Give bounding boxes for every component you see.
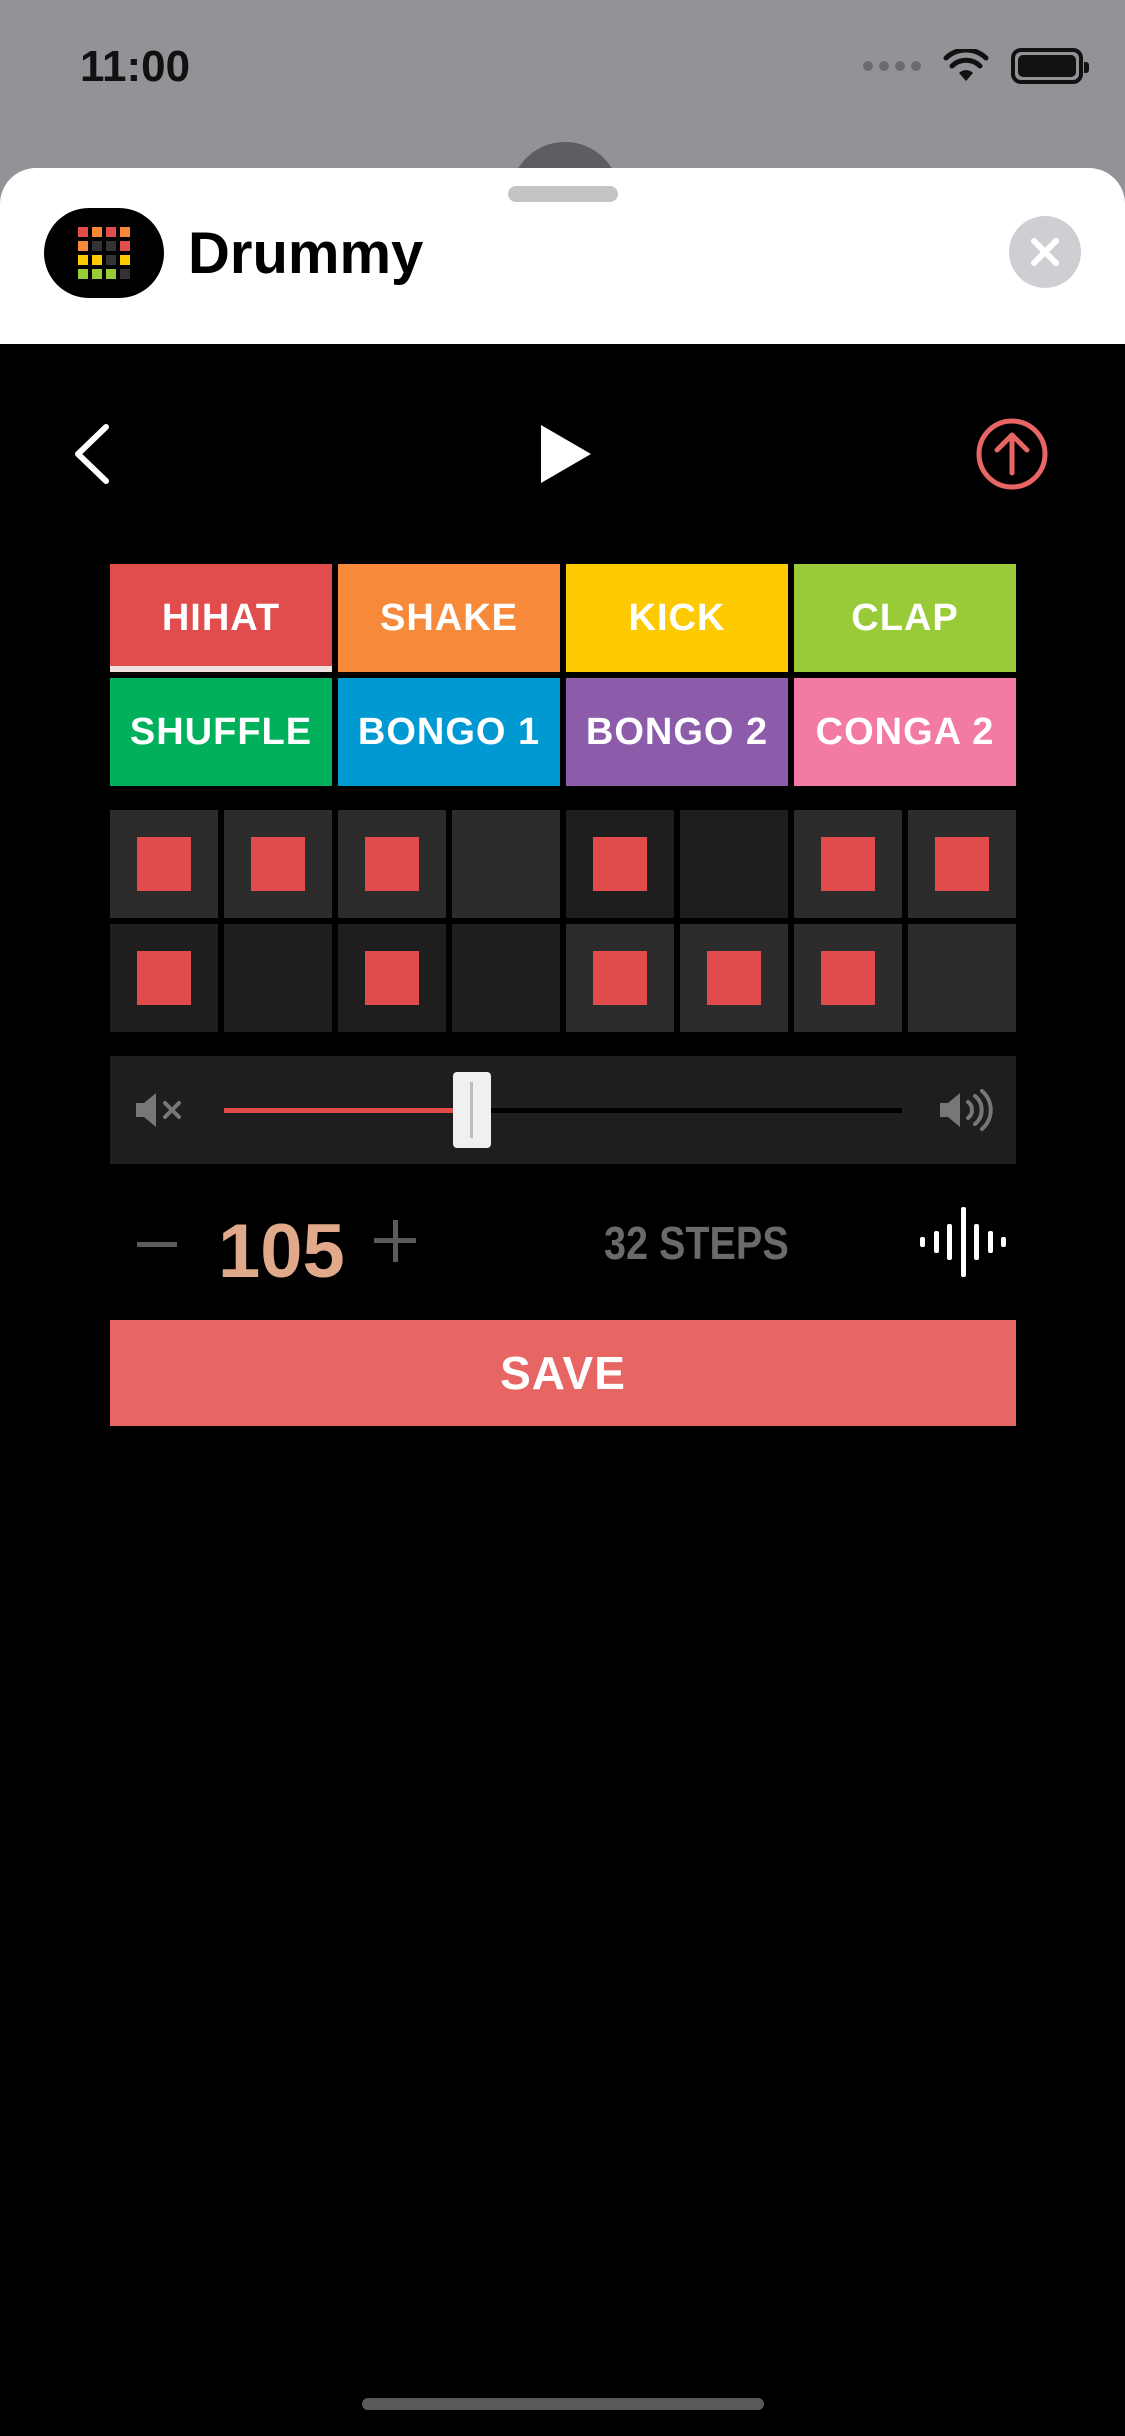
instrument-grid: HIHAT SHAKE KICK CLAP SHUFFLE BONGO 1 BONGO 2C… (110, 564, 1016, 786)
speaker-mute-icon[interactable] (132, 1086, 188, 1134)
step-active-marker (593, 951, 647, 1005)
instrument-conga-2[interactable]: CONGA 2 (794, 678, 1016, 786)
step-cell[interactable] (908, 924, 1016, 1032)
step-active-marker (137, 837, 191, 891)
drum-grid-icon (78, 227, 130, 279)
volume-slider-fill (224, 1108, 462, 1113)
share-button[interactable] (972, 414, 1052, 494)
step-cell[interactable] (452, 924, 560, 1032)
volume-slider-thumb[interactable] (453, 1072, 492, 1148)
app-logo (44, 208, 164, 298)
back-button[interactable] (62, 414, 122, 494)
tempo-increase-button[interactable] (374, 1218, 420, 1264)
step-active-marker (365, 951, 419, 1005)
step-cell[interactable] (680, 924, 788, 1032)
waveform-icon-bar (974, 1224, 979, 1260)
speaker-loud-icon[interactable] (938, 1086, 994, 1134)
status-time: 11:00 (80, 42, 191, 91)
minus-icon (137, 1241, 177, 1247)
waveform-icon-bar (960, 1207, 966, 1277)
tempo-value: 105 (218, 1209, 345, 1294)
waveform-icon-bar (987, 1231, 993, 1253)
step-active-marker (137, 951, 191, 1005)
arrow-up-circle-icon (976, 418, 1048, 490)
sheet-grabber[interactable] (508, 186, 618, 202)
step-cell[interactable] (110, 924, 218, 1032)
step-cell[interactable] (794, 810, 902, 918)
step-cell[interactable] (338, 924, 446, 1032)
step-active-marker (593, 837, 647, 891)
step-cell[interactable] (224, 924, 332, 1032)
step-cell[interactable] (680, 810, 788, 918)
sheet-header: Drummy (0, 168, 1125, 344)
step-active-marker (365, 837, 419, 891)
step-cell[interactable] (224, 810, 332, 918)
instrument-hihat[interactable]: HIHAT (110, 564, 332, 672)
step-active-marker (935, 837, 989, 891)
close-icon (1031, 238, 1059, 266)
home-indicator (362, 2398, 764, 2410)
play-icon (541, 425, 591, 483)
steps-toggle[interactable]: 32 STEPS (604, 1216, 789, 1270)
instrument-clap[interactable]: CLAP (794, 564, 1016, 672)
waveform-icon-bar (933, 1231, 939, 1253)
waveform-icon-bar (947, 1224, 952, 1260)
step-grid (110, 810, 1016, 1032)
step-cell[interactable] (110, 810, 218, 918)
instrument-shuffle[interactable]: SHUFFLE (110, 678, 332, 786)
battery-icon (1011, 48, 1089, 84)
step-cell[interactable] (566, 810, 674, 918)
tempo-decrease-button[interactable] (134, 1204, 180, 1284)
cellular-signal-icon (863, 61, 921, 71)
save-button[interactable]: SAVE (110, 1320, 1016, 1426)
waveform-button[interactable] (920, 1206, 1006, 1278)
volume-slider[interactable] (224, 1072, 902, 1148)
step-active-marker (821, 951, 875, 1005)
status-icons (863, 48, 1089, 84)
play-button[interactable] (536, 414, 596, 494)
waveform-icon-bar (920, 1237, 925, 1247)
step-cell[interactable] (566, 924, 674, 1032)
step-cell[interactable] (452, 810, 560, 918)
instrument-shake[interactable]: SHAKE (338, 564, 560, 672)
step-active-marker (821, 837, 875, 891)
waveform-icon-bar (1001, 1237, 1006, 1247)
step-active-marker (251, 837, 305, 891)
chevron-left-icon (75, 424, 109, 484)
instrument-bongo-1[interactable]: BONGO 1 (338, 678, 560, 786)
wifi-icon (943, 49, 989, 81)
close-button[interactable] (1009, 216, 1081, 288)
instrument-kick[interactable]: KICK (566, 564, 788, 672)
step-cell[interactable] (794, 924, 902, 1032)
app-name: Drummy (188, 221, 424, 286)
step-cell[interactable] (338, 810, 446, 918)
instrument-bongo-2[interactable]: BONGO 2 (566, 678, 788, 786)
step-active-marker (707, 951, 761, 1005)
step-cell[interactable] (908, 810, 1016, 918)
volume-control (110, 1056, 1016, 1164)
